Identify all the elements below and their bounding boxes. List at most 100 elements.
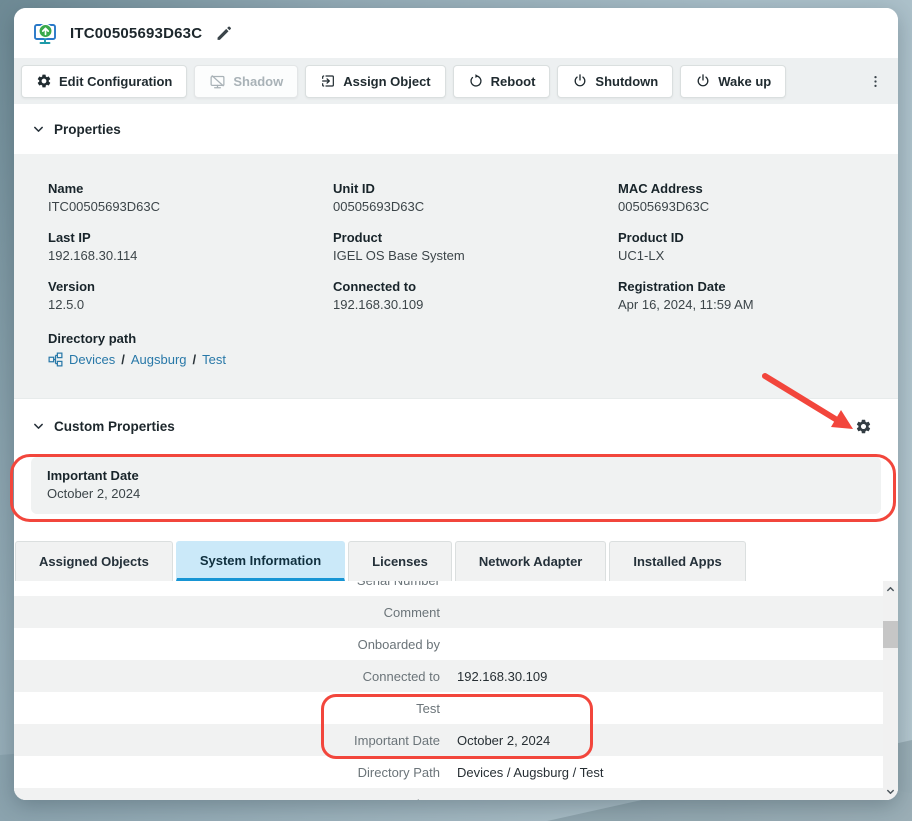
button-label: Wake up — [718, 74, 771, 89]
more-actions-button[interactable] — [860, 70, 891, 93]
table-row: Serial Number — [14, 581, 898, 596]
system-information-table: Serial Number Comment Onboarded by Conne… — [14, 581, 898, 800]
custom-properties-settings-button[interactable] — [853, 416, 874, 437]
custom-properties-section-header[interactable]: Custom Properties — [14, 399, 898, 454]
edit-configuration-button[interactable]: Edit Configuration — [21, 65, 187, 98]
tree-hierarchy-icon — [48, 352, 63, 367]
property-field: Unit ID 00505693D63C — [333, 181, 618, 214]
shadow-monitor-icon — [209, 73, 226, 90]
scrollbar-thumb[interactable] — [883, 621, 898, 648]
property-field: Last IP 192.168.30.114 — [48, 230, 333, 263]
section-title: Properties — [54, 122, 121, 137]
row-label: Onboarded by — [14, 637, 440, 652]
button-label: Assign Object — [343, 74, 430, 89]
gear-icon — [855, 418, 872, 435]
reboot-icon — [468, 73, 484, 89]
property-value: ITC00505693D63C — [48, 199, 333, 214]
edit-name-button[interactable] — [213, 23, 234, 44]
page-title: ITC00505693D63C — [70, 25, 202, 42]
directory-path-label: Directory path — [48, 331, 864, 346]
custom-property-field: Important Date October 2, 2024 — [31, 457, 881, 514]
directory-path-link-augsburg[interactable]: Augsburg — [131, 352, 187, 367]
property-label: Name — [48, 181, 333, 196]
table-row: Connected to 192.168.30.109 — [14, 660, 898, 692]
tab-assigned-objects[interactable]: Assigned Objects — [15, 541, 173, 581]
row-value: October 2, 2024 — [457, 733, 550, 748]
property-value: 00505693D63C — [333, 199, 618, 214]
power-icon — [572, 73, 588, 89]
card-header: ITC00505693D63C — [14, 8, 898, 58]
row-label: Connected to — [14, 669, 440, 684]
row-label: Important Date — [14, 733, 440, 748]
power-icon — [695, 73, 711, 89]
directory-path-link-devices[interactable]: Devices — [69, 352, 115, 367]
shutdown-button[interactable]: Shutdown — [557, 65, 673, 98]
row-value: 192.168.30.109 — [457, 669, 547, 684]
property-label: Product — [333, 230, 618, 245]
property-label: Last IP — [48, 230, 333, 245]
row-value: Devices / Augsburg / Test — [457, 765, 603, 780]
custom-property-label: Important Date — [47, 468, 865, 483]
directory-path-link-test[interactable]: Test — [202, 352, 226, 367]
property-field: Name ITC00505693D63C — [48, 181, 333, 214]
property-field: Version 12.5.0 — [48, 279, 333, 312]
table-row: Unit ID 00505693D63C — [14, 788, 898, 800]
scroll-down-arrow[interactable] — [883, 784, 898, 799]
property-label: MAC Address — [618, 181, 864, 196]
device-action-toolbar: Edit Configuration Shadow Assign Object — [14, 58, 898, 104]
wake-up-button[interactable]: Wake up — [680, 65, 786, 98]
property-label: Connected to — [333, 279, 618, 294]
table-row: Comment — [14, 596, 898, 628]
section-title: Custom Properties — [54, 419, 175, 434]
properties-section-header[interactable]: Properties — [14, 104, 898, 154]
row-label: Directory Path — [14, 765, 440, 780]
properties-panel: Name ITC00505693D63C Unit ID 00505693D63… — [14, 154, 898, 398]
chevron-down-icon — [32, 420, 45, 433]
property-value: UC1-LX — [618, 248, 864, 263]
button-label: Shutdown — [595, 74, 658, 89]
path-separator: / — [121, 352, 125, 367]
table-row: Test — [14, 692, 898, 724]
property-value: 00505693D63C — [618, 199, 864, 214]
row-label: Test — [14, 701, 440, 716]
table-row: Onboarded by — [14, 628, 898, 660]
button-label: Reboot — [491, 74, 536, 89]
detail-tabs: Assigned Objects System Information Lice… — [14, 541, 898, 581]
property-field: MAC Address 00505693D63C — [618, 181, 864, 214]
device-icon — [32, 20, 59, 46]
property-label: Product ID — [618, 230, 864, 245]
tab-installed-apps[interactable]: Installed Apps — [609, 541, 745, 581]
path-separator: / — [193, 352, 197, 367]
table-row: Directory Path Devices / Augsburg / Test — [14, 756, 898, 788]
tab-system-information[interactable]: System Information — [176, 541, 345, 581]
row-label: Unit ID — [14, 797, 440, 801]
row-label: Serial Number — [14, 581, 440, 588]
vertical-scrollbar[interactable] — [883, 581, 898, 800]
row-value: 00505693D63C — [457, 797, 548, 801]
property-label: Unit ID — [333, 181, 618, 196]
reboot-button[interactable]: Reboot — [453, 65, 551, 98]
tab-licenses[interactable]: Licenses — [348, 541, 452, 581]
property-value: 192.168.30.114 — [48, 248, 333, 263]
custom-property-value: October 2, 2024 — [47, 486, 865, 501]
property-label: Version — [48, 279, 333, 294]
property-field: Product IGEL OS Base System — [333, 230, 618, 263]
property-value: Apr 16, 2024, 11:59 AM — [618, 297, 864, 312]
property-label: Registration Date — [618, 279, 864, 294]
table-row: Important Date October 2, 2024 — [14, 724, 898, 756]
directory-path-block: Directory path Devices / Augsburg / Test — [48, 331, 864, 367]
shadow-button[interactable]: Shadow — [194, 65, 298, 98]
property-value: 192.168.30.109 — [333, 297, 618, 312]
property-field: Connected to 192.168.30.109 — [333, 279, 618, 312]
row-label: Comment — [14, 605, 440, 620]
scroll-up-arrow[interactable] — [883, 582, 898, 597]
property-field: Registration Date Apr 16, 2024, 11:59 AM — [618, 279, 864, 312]
property-value: IGEL OS Base System — [333, 248, 618, 263]
property-field: Product ID UC1-LX — [618, 230, 864, 263]
chevron-down-icon — [32, 123, 45, 136]
device-detail-card: ITC00505693D63C Edit Configuration — [14, 8, 898, 800]
button-label: Shadow — [233, 74, 283, 89]
assign-object-button[interactable]: Assign Object — [305, 65, 445, 98]
tab-network-adapter[interactable]: Network Adapter — [455, 541, 607, 581]
assign-object-icon — [320, 73, 336, 89]
